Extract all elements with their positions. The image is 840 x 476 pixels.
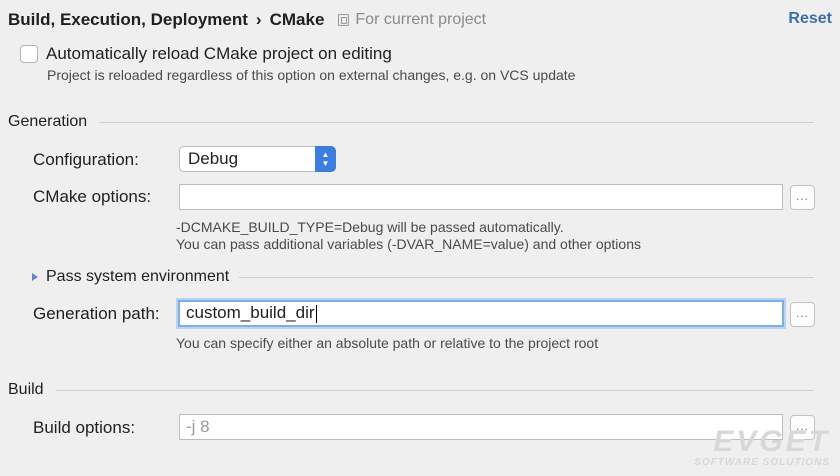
generation-section-header: Generation [8, 113, 814, 131]
generation-path-hint: You can specify either an absolute path … [176, 335, 599, 351]
breadcrumb: Build, Execution, Deployment › CMake For… [8, 8, 486, 32]
watermark-tagline: SOFTWARE SOLUTIONS [694, 457, 830, 468]
cmake-options-input[interactable] [179, 184, 783, 210]
build-section-title: Build [8, 381, 44, 398]
cmake-options-browse-button[interactable]: ... [790, 185, 815, 210]
scope-indicator: For current project [338, 11, 486, 29]
reset-link[interactable]: Reset [788, 10, 832, 28]
section-divider [55, 389, 814, 391]
generation-path-browse-button[interactable]: ... [790, 302, 815, 327]
scope-label: For current project [355, 11, 487, 28]
auto-reload-checkbox[interactable] [20, 45, 38, 63]
cmake-options-label: CMake options: [33, 187, 152, 206]
cmake-hint-variables: You can pass additional variables (-DVAR… [176, 236, 641, 252]
section-divider [239, 276, 814, 278]
breadcrumb-current: CMake [269, 10, 325, 29]
configuration-select[interactable]: Debug ▲ ▼ [179, 146, 336, 172]
watermark-logo: EVGET SOFTWARE SOLUTIONS [694, 425, 830, 469]
configuration-label: Configuration: [33, 150, 139, 169]
breadcrumb-separator: › [255, 10, 262, 29]
cmake-hint-build-type: -DCMAKE_BUILD_TYPE=Debug will be passed … [176, 219, 564, 235]
configuration-value: Debug [188, 149, 239, 168]
auto-reload-hint: Project is reloaded regardless of this o… [47, 67, 576, 83]
watermark-brand: EVGET [713, 425, 830, 458]
generation-path-value: custom_build_dir [186, 303, 315, 322]
breadcrumb-parent: Build, Execution, Deployment [8, 10, 248, 29]
auto-reload-label[interactable]: Automatically reload CMake project on ed… [46, 44, 392, 64]
pass-env-label[interactable]: Pass system environment [46, 268, 229, 286]
disclosure-triangle-icon[interactable] [32, 273, 38, 281]
pass-env-disclosure[interactable]: Pass system environment [32, 268, 814, 286]
build-options-input[interactable]: -j 8 [179, 414, 783, 440]
project-scope-icon [338, 14, 350, 26]
section-divider [99, 121, 814, 123]
text-caret [315, 304, 317, 323]
build-options-label: Build options: [33, 418, 136, 437]
select-arrows-icon: ▲ ▼ [315, 146, 336, 172]
generation-path-label: Generation path: [33, 304, 160, 323]
generation-path-input[interactable]: custom_build_dir [178, 300, 784, 327]
generation-section-title: Generation [8, 113, 88, 130]
build-section-header: Build [8, 381, 814, 399]
